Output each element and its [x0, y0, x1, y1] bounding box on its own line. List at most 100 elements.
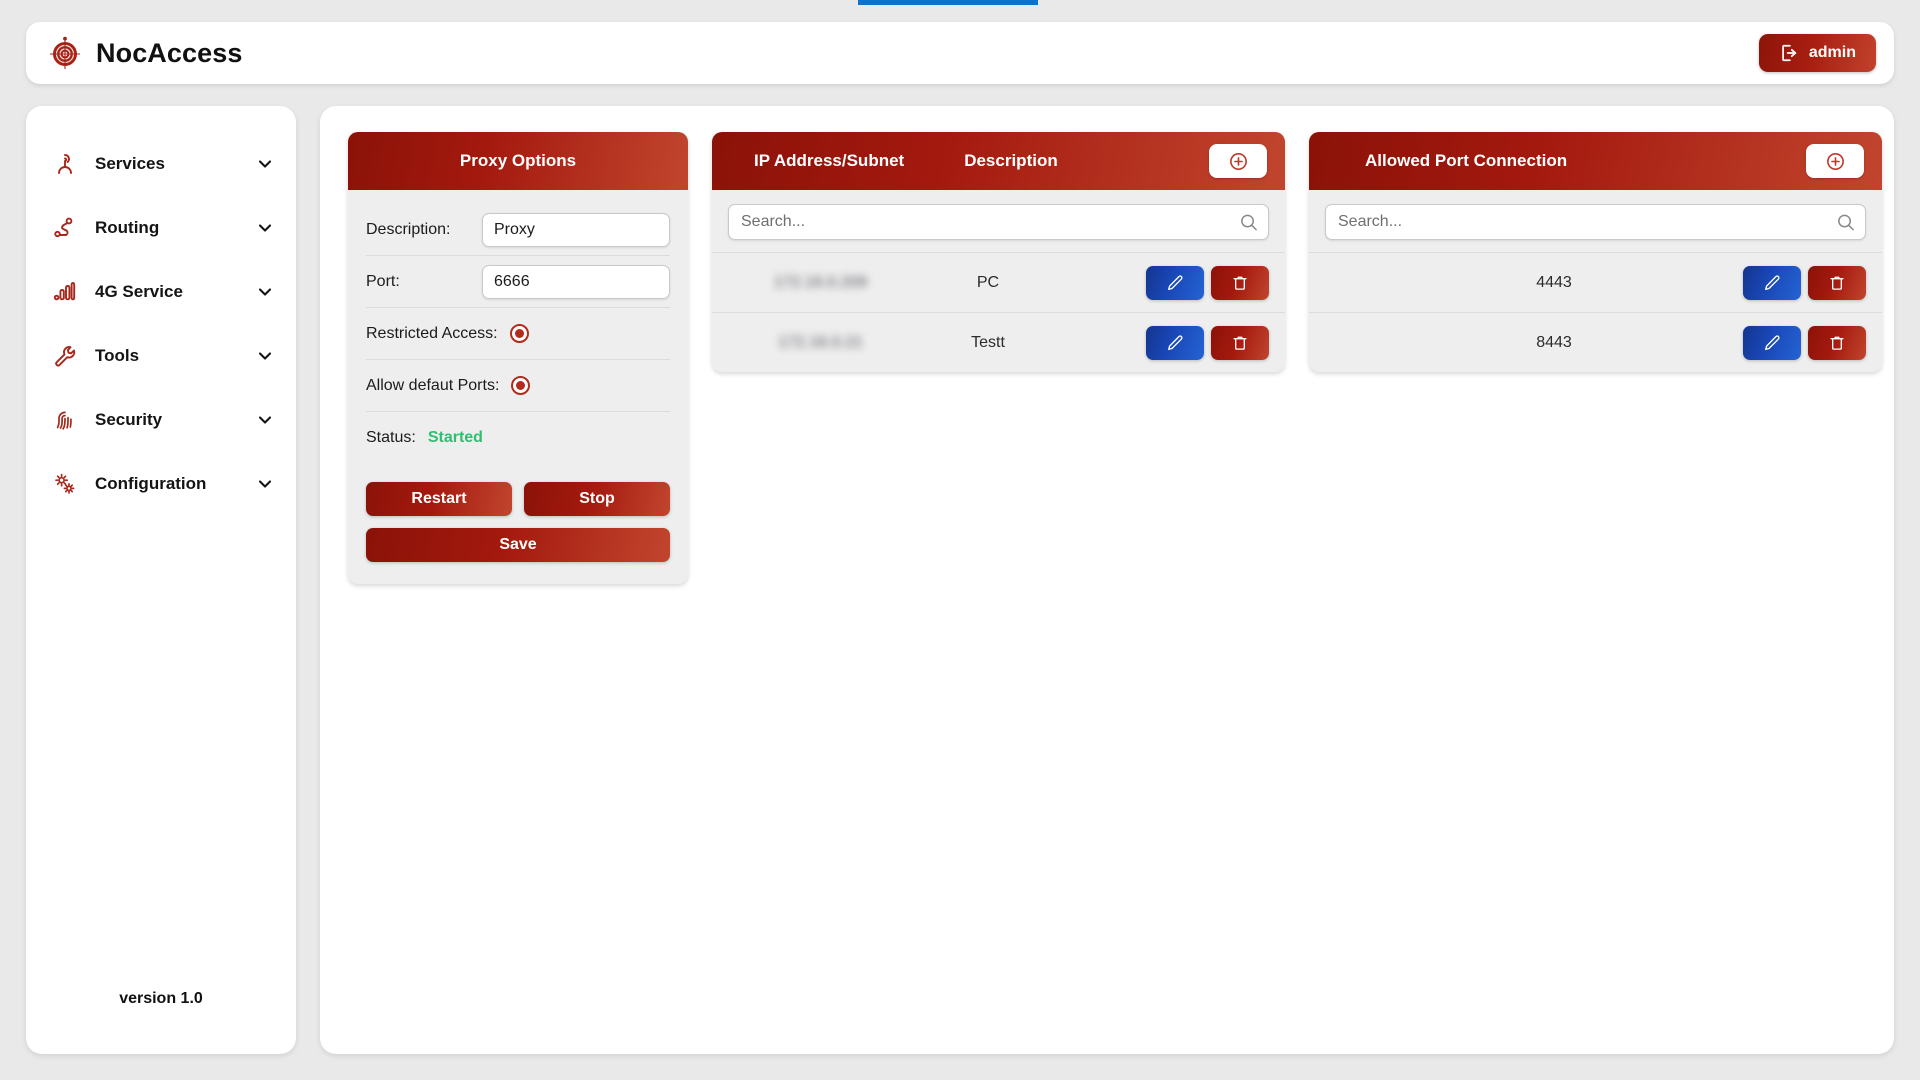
column-header-ip: IP Address/Subnet — [754, 151, 905, 170]
sidebar-item-label: 4G Service — [95, 282, 183, 301]
delete-button[interactable] — [1808, 265, 1866, 300]
restricted-access-radio[interactable] — [509, 324, 529, 343]
add-port-button[interactable] — [1806, 144, 1864, 178]
sidebar-item-4g-service[interactable]: 4G Service — [26, 260, 296, 324]
stop-button[interactable]: Stop — [524, 482, 670, 516]
port-value: 4443 — [1536, 273, 1572, 291]
row-actions — [1743, 265, 1866, 300]
delete-button[interactable] — [1211, 325, 1269, 360]
fingerprint-icon — [52, 407, 78, 433]
brand: NocAccess — [48, 36, 243, 70]
description-value: PC — [976, 273, 1000, 291]
row-actions — [1146, 265, 1269, 300]
chevron-down-icon[interactable] — [256, 411, 274, 429]
app-root: NocAccess admin Services Routing 4G Serv… — [0, 0, 1920, 1080]
ip-value: 172.16.0.209 — [773, 273, 868, 291]
trash-icon — [1231, 274, 1249, 292]
circle-plus-icon — [1825, 151, 1846, 172]
chevron-down-icon[interactable] — [256, 347, 274, 365]
logout-icon — [1779, 43, 1799, 63]
pencil-icon — [1763, 334, 1781, 352]
sidebar-item-configuration[interactable]: Configuration — [26, 452, 296, 516]
trash-icon — [1828, 274, 1846, 292]
port-search-input[interactable] — [1325, 204, 1866, 240]
table-row[interactable]: 4443 — [1309, 252, 1882, 312]
table-row[interactable]: 8443 — [1309, 312, 1882, 372]
trash-icon — [1828, 334, 1846, 352]
sidebar-item-label: Tools — [95, 346, 140, 365]
allow-default-ports-radio[interactable] — [511, 376, 531, 395]
edit-button[interactable] — [1146, 265, 1204, 300]
sidebar-item-services[interactable]: Services — [26, 132, 296, 196]
description-label: Description: — [366, 220, 451, 238]
sidebar-item-label: Configuration — [95, 474, 207, 493]
row-actions — [1146, 325, 1269, 360]
chevron-down-icon[interactable] — [256, 475, 274, 493]
sidebar-item-label: Routing — [95, 218, 160, 237]
description-value: Testt — [971, 333, 1005, 351]
port-row: Port: — [366, 256, 670, 308]
allowed-port-panel: Allowed Port Connection Search... 4443 8… — [1309, 132, 1882, 372]
sidebar-item-label: Security — [95, 410, 163, 429]
panel-title: Allowed Port Connection — [1365, 151, 1568, 170]
table-row[interactable]: 172.16.0.21 Testt — [712, 312, 1285, 372]
body-row: Services Routing 4G Service Tools Securi… — [26, 106, 1894, 1054]
proxy-action-buttons: Restart Stop — [366, 482, 670, 516]
proxy-options-header: Proxy Options — [348, 132, 688, 190]
ip-search-wrap — [712, 190, 1285, 252]
status-row: Status: Started — [366, 412, 670, 464]
circle-plus-icon — [1228, 151, 1249, 172]
main-content: Proxy Options Description: Port: Restric… — [320, 106, 1894, 1054]
restricted-access-label: Restricted Access: — [366, 324, 498, 342]
sidebar-item-label: Services — [95, 154, 165, 173]
trash-icon — [1231, 334, 1249, 352]
gears-icon — [52, 471, 78, 497]
delete-button[interactable] — [1211, 265, 1269, 300]
status-badge: Started — [427, 429, 483, 446]
chevron-down-icon[interactable] — [256, 219, 274, 237]
ip-search-input[interactable] — [728, 204, 1269, 240]
edit-button[interactable] — [1146, 325, 1204, 360]
chevron-down-icon[interactable] — [256, 283, 274, 301]
proxy-options-body: Description: Port: Restricted Access: Al… — [348, 190, 688, 584]
port-input[interactable] — [482, 264, 670, 299]
delete-button[interactable] — [1808, 325, 1866, 360]
sidebar-item-tools[interactable]: Tools — [26, 324, 296, 388]
status-label: Status: — [366, 429, 416, 446]
version-label: version 1.0 — [119, 990, 203, 1007]
ip-address-panel: IP Address/Subnet Description Search... … — [712, 132, 1285, 372]
wrench-icon — [52, 343, 78, 369]
app-header: NocAccess admin — [26, 22, 1894, 84]
pencil-icon — [1763, 274, 1781, 292]
admin-button-label: admin — [1808, 44, 1856, 61]
route-nodes-icon — [52, 215, 78, 241]
signal-bars-icon — [52, 279, 78, 305]
save-button[interactable]: Save — [366, 528, 670, 562]
admin-button[interactable]: admin — [1758, 34, 1876, 72]
sidebar-item-security[interactable]: Security — [26, 388, 296, 452]
edit-button[interactable] — [1743, 265, 1801, 300]
restart-button[interactable]: Restart — [366, 482, 512, 516]
ip-value: 172.16.0.21 — [778, 333, 863, 351]
pencil-icon — [1166, 274, 1184, 292]
ip-address-header: IP Address/Subnet Description — [712, 132, 1285, 190]
chevron-down-icon[interactable] — [256, 155, 274, 173]
pencil-icon — [1166, 334, 1184, 352]
column-header-description: Description — [964, 151, 1058, 170]
radar-target-icon — [48, 36, 82, 70]
port-label: Port: — [366, 272, 400, 290]
allowed-port-header: Allowed Port Connection — [1309, 132, 1882, 190]
description-row: Description: — [366, 204, 670, 256]
add-ip-button[interactable] — [1209, 144, 1267, 178]
allow-default-ports-row: Allow defaut Ports: — [366, 360, 670, 412]
row-actions — [1743, 325, 1866, 360]
brand-title: NocAccess — [96, 37, 243, 68]
sidebar-item-routing[interactable]: Routing — [26, 196, 296, 260]
proxy-options-panel: Proxy Options Description: Port: Restric… — [348, 132, 688, 584]
table-row[interactable]: 172.16.0.209 PC — [712, 252, 1285, 312]
edit-button[interactable] — [1743, 325, 1801, 360]
allow-default-ports-label: Allow defaut Ports: — [366, 376, 500, 394]
description-input[interactable] — [482, 212, 670, 247]
port-search-wrap — [1309, 190, 1882, 252]
sidebar-nav-list: Services Routing 4G Service Tools Securi… — [26, 132, 296, 990]
